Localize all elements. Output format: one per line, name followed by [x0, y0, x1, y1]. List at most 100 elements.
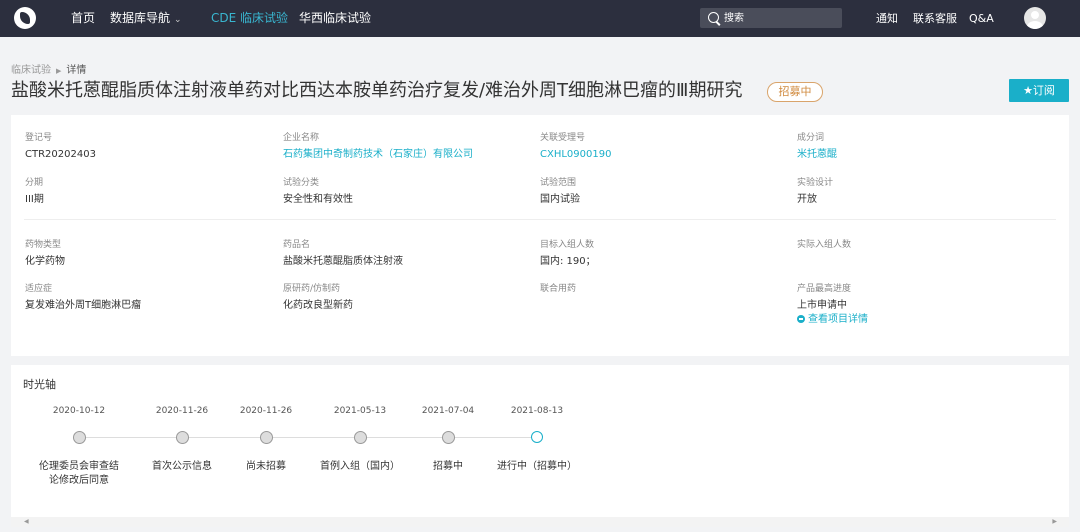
breadcrumb: 临床试验 ▶ 详情: [11, 61, 86, 76]
timeline-label: 首例入组（国内）: [320, 461, 400, 472]
field-ingredient: 成分词 米托蒽醌: [797, 132, 837, 162]
subscribe-button[interactable]: ★订阅: [1009, 79, 1069, 102]
field-label: 实验设计: [797, 178, 834, 188]
timeline-label: 伦理委员会审查结论修改后同意: [39, 461, 119, 486]
field-value: 化药改良型新药: [283, 300, 353, 311]
field-label: 企业名称: [283, 133, 320, 143]
field-registration-no: 登记号 CTR20202403: [25, 132, 96, 162]
field-actual-enrollment: 实际入组人数: [797, 239, 851, 255]
nav-huaxi-trials[interactable]: 华西临床试验: [299, 0, 371, 37]
timeline-node[interactable]: [354, 431, 367, 444]
field-label: 关联受理号: [540, 133, 586, 143]
field-label: 实际入组人数: [797, 240, 852, 250]
field-indication: 适应症 复发难治外周T细胞淋巴瘤: [25, 283, 141, 313]
timeline-label: 招募中: [433, 461, 463, 472]
contact-support-link[interactable]: 联系客服: [913, 0, 957, 37]
timeline-date: 2021-07-04: [421, 406, 475, 416]
project-details-link[interactable]: 查看项目详情: [797, 313, 868, 327]
field-value: 盐酸米托蒽醌脂质体注射液: [283, 256, 403, 267]
field-value: 复发难治外周T细胞淋巴瘤: [25, 300, 142, 311]
field-label: 原研药/仿制药: [283, 284, 341, 294]
logo-icon[interactable]: [14, 7, 36, 29]
breadcrumb-separator-icon: ▶: [56, 67, 62, 75]
arrow-circle-icon: [797, 315, 805, 323]
timeline-node[interactable]: [73, 431, 86, 444]
notifications-link[interactable]: 通知: [876, 0, 898, 37]
nav-huaxi-label: 华西临床试验: [299, 11, 372, 25]
field-origin: 原研药/仿制药 化药改良型新药: [283, 283, 353, 313]
field-label: 试验范围: [540, 178, 577, 188]
field-value: CTR20202403: [25, 149, 96, 160]
field-label: 试验分类: [283, 178, 320, 188]
field-phase: 分期 III期: [25, 177, 44, 207]
company-link[interactable]: 石药集团中奇制药技术（石家庄）有限公司: [283, 148, 473, 162]
field-label: 目标入组人数: [540, 240, 595, 250]
timeline-node[interactable]: [176, 431, 189, 444]
field-value: 上市申请中: [797, 300, 847, 311]
search-icon[interactable]: [708, 12, 719, 23]
timeline-date: 2021-08-13: [510, 406, 564, 416]
field-target-enrollment: 目标入组人数 国内: 190；: [540, 239, 596, 269]
contact-support-label: 联系客服: [913, 12, 957, 25]
field-trial-category: 试验分类 安全性和有效性: [283, 177, 353, 207]
acceptance-no-link[interactable]: CXHL0900190: [540, 148, 611, 162]
ingredient-link[interactable]: 米托蒽醌: [797, 148, 837, 162]
top-navigation-bar: 首页 数据库导航⌄ CDE 临床试验 华西临床试验 通知 联系客服 Q&A: [0, 0, 1080, 37]
field-label: 适应症: [25, 284, 53, 294]
field-label: 分期: [25, 178, 44, 188]
qa-label: Q&A: [969, 12, 994, 25]
timeline-node[interactable]: [260, 431, 273, 444]
timeline-title: 时光轴: [23, 378, 56, 391]
nav-cde-trials[interactable]: CDE 临床试验: [211, 0, 288, 37]
nav-database-menu[interactable]: 数据库导航 ⌄: [110, 0, 182, 37]
field-label: 联合用药: [540, 284, 577, 294]
section-divider: [24, 219, 1056, 220]
timeline-label: 首次公示信息: [152, 461, 212, 472]
timeline-track: [78, 437, 538, 438]
field-label: 成分词: [797, 133, 825, 143]
nav-home-label: 首页: [71, 11, 96, 25]
breadcrumb-current: 详情: [66, 65, 87, 76]
field-drug-type: 药物类型 化学药物: [25, 239, 65, 269]
timeline-node[interactable]: [442, 431, 455, 444]
timeline-node-current[interactable]: [531, 431, 543, 443]
avatar[interactable]: [1024, 7, 1046, 29]
timeline-label: 进行中（招募中）: [497, 461, 577, 472]
breadcrumb-parent[interactable]: 临床试验: [11, 65, 51, 76]
qa-link[interactable]: Q&A: [969, 0, 994, 37]
horizontal-scrollbar[interactable]: ◀ ▶: [11, 517, 1069, 527]
field-value: 安全性和有效性: [283, 194, 353, 205]
scroll-right-icon[interactable]: ▶: [1052, 518, 1057, 525]
field-value: 化学药物: [25, 256, 65, 267]
timeline-date: 2020-11-26: [155, 406, 209, 416]
field-value: 国内试验: [540, 194, 580, 205]
project-details-label: 查看项目详情: [808, 314, 868, 325]
field-trial-scope: 试验范围 国内试验: [540, 177, 580, 207]
field-label: 药物类型: [25, 240, 62, 250]
field-company: 企业名称 石药集团中奇制药技术（石家庄）有限公司: [283, 132, 473, 162]
timeline-date: 2020-10-12: [52, 406, 106, 416]
search-input[interactable]: [724, 8, 834, 28]
field-design: 实验设计 开放: [797, 177, 833, 207]
field-value: 国内: 190；: [540, 256, 596, 267]
nav-home[interactable]: 首页: [71, 0, 95, 37]
notifications-label: 通知: [876, 12, 898, 25]
timeline-date: 2020-11-26: [239, 406, 293, 416]
scroll-left-icon[interactable]: ◀: [24, 518, 29, 525]
timeline-label: 尚未招募: [246, 461, 286, 472]
field-label: 登记号: [25, 133, 53, 143]
field-combination: 联合用药: [540, 283, 576, 299]
chevron-down-icon: ⌄: [174, 15, 182, 25]
field-label: 产品最高进度: [797, 284, 852, 294]
field-drug-name: 药品名 盐酸米托蒽醌脂质体注射液: [283, 239, 403, 269]
field-product-progress: 产品最高进度 上市申请中 查看项目详情: [797, 283, 868, 327]
page-title: 盐酸米托蒽醌脂质体注射液单药对比西达本胺单药治疗复发/难治外周T细胞淋巴瘤的Ⅲ期…: [11, 80, 743, 101]
field-value: III期: [25, 194, 44, 205]
timeline-date: 2021-05-13: [333, 406, 387, 416]
nav-cde-label: CDE 临床试验: [211, 11, 289, 25]
search-box[interactable]: [700, 8, 842, 28]
nav-database-label: 数据库导航: [110, 11, 171, 25]
field-value: 开放: [797, 194, 817, 205]
status-badge: 招募中: [767, 82, 823, 102]
field-acceptance-no: 关联受理号 CXHL0900190: [540, 132, 611, 162]
